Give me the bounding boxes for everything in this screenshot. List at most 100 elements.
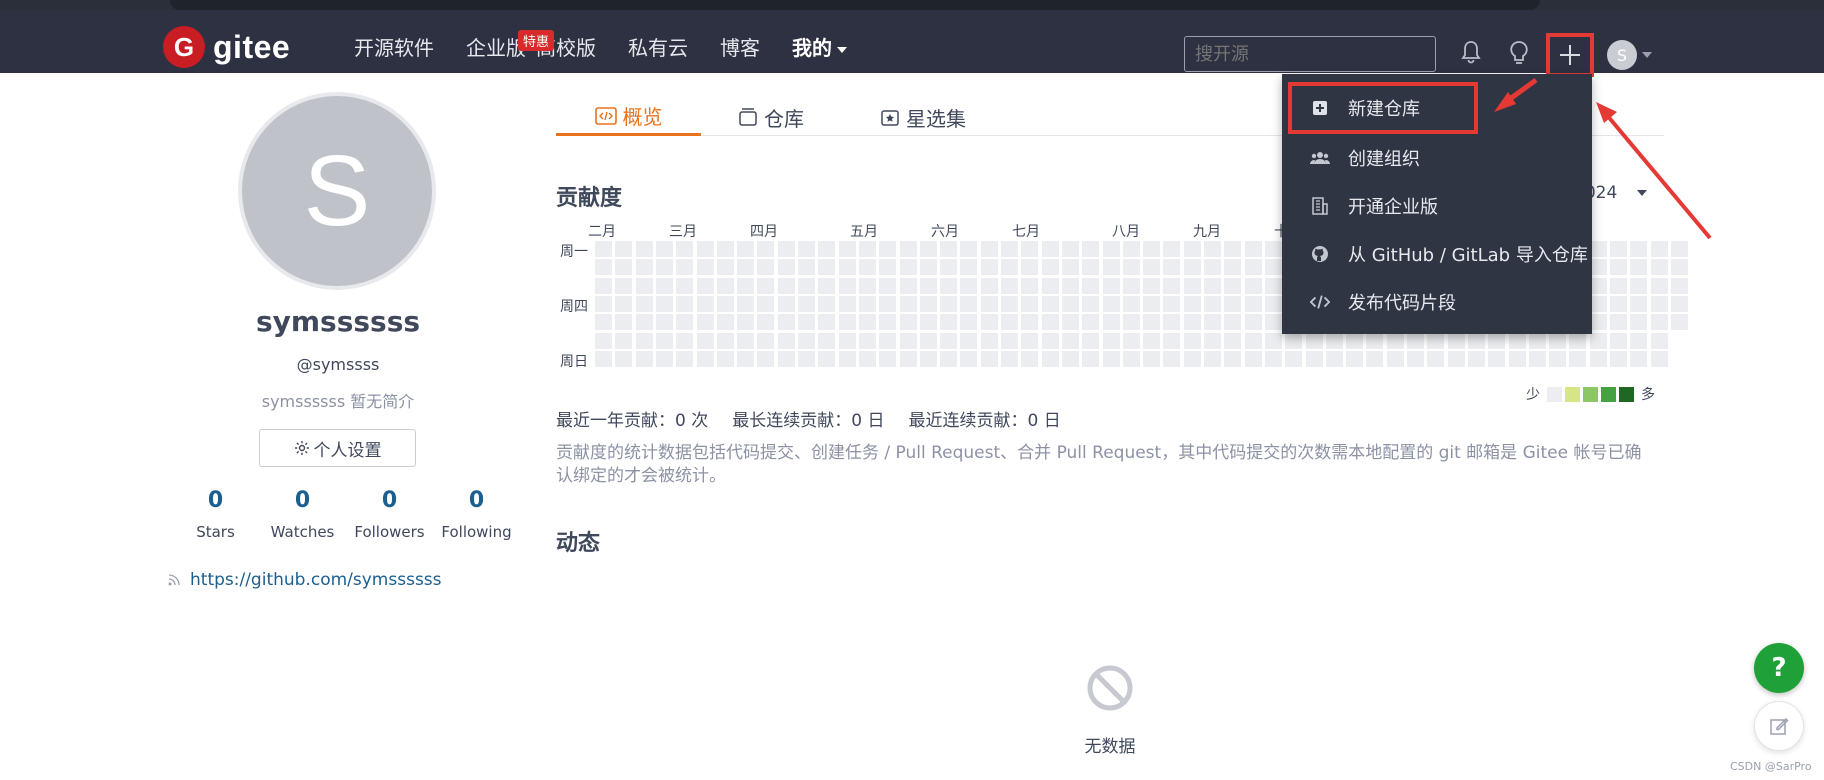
heatmap-cell[interactable]: [1651, 241, 1668, 257]
heatmap-cell[interactable]: [859, 241, 876, 257]
heatmap-cell[interactable]: [1630, 314, 1647, 330]
heatmap-cell[interactable]: [1610, 278, 1627, 294]
heatmap-cell[interactable]: [1630, 333, 1647, 349]
heatmap-cell[interactable]: [1529, 333, 1546, 349]
heatmap-cell[interactable]: [636, 333, 653, 349]
heatmap-cell[interactable]: [1346, 351, 1363, 367]
heatmap-cell[interactable]: [1021, 278, 1038, 294]
heatmap-cell[interactable]: [737, 241, 754, 257]
heatmap-cell[interactable]: [1387, 333, 1404, 349]
heatmap-cell[interactable]: [839, 314, 856, 330]
heatmap-cell[interactable]: [920, 314, 937, 330]
heatmap-cell[interactable]: [1610, 296, 1627, 312]
heatmap-cell[interactable]: [636, 351, 653, 367]
heatmap-cell[interactable]: [1163, 351, 1180, 367]
heatmap-cell[interactable]: [1163, 259, 1180, 275]
heatmap-cell[interactable]: [879, 296, 896, 312]
heatmap-cell[interactable]: [676, 314, 693, 330]
heatmap-cell[interactable]: [1610, 333, 1627, 349]
menu-create-organization[interactable]: 创建组织: [1282, 134, 1592, 182]
tab-overview[interactable]: 概览: [556, 98, 701, 136]
heatmap-cell[interactable]: [1407, 333, 1424, 349]
heatmap-cell[interactable]: [1224, 351, 1241, 367]
heatmap-cell[interactable]: [1021, 241, 1038, 257]
heatmap-cell[interactable]: [737, 351, 754, 367]
heatmap-cell[interactable]: [595, 333, 612, 349]
heatmap-cell[interactable]: [1021, 314, 1038, 330]
heatmap-cell[interactable]: [920, 241, 937, 257]
heatmap-cell[interactable]: [798, 278, 815, 294]
heatmap-cell[interactable]: [595, 296, 612, 312]
heatmap-cell[interactable]: [1265, 241, 1282, 257]
heatmap-cell[interactable]: [1245, 278, 1262, 294]
heatmap-cell[interactable]: [676, 241, 693, 257]
heatmap-cell[interactable]: [879, 278, 896, 294]
heatmap-cell[interactable]: [859, 296, 876, 312]
heatmap-cell[interactable]: [615, 296, 632, 312]
heatmap-cell[interactable]: [778, 351, 795, 367]
heatmap-cell[interactable]: [1001, 314, 1018, 330]
stat-following[interactable]: 0 Following: [433, 488, 520, 541]
heatmap-cell[interactable]: [940, 314, 957, 330]
heatmap-cell[interactable]: [900, 259, 917, 275]
heatmap-cell[interactable]: [1163, 314, 1180, 330]
heatmap-cell[interactable]: [1610, 259, 1627, 275]
heatmap-cell[interactable]: [960, 241, 977, 257]
heatmap-cell[interactable]: [757, 351, 774, 367]
heatmap-cell[interactable]: [981, 333, 998, 349]
heatmap-cell[interactable]: [1062, 259, 1079, 275]
heatmap-cell[interactable]: [615, 259, 632, 275]
heatmap-cell[interactable]: [656, 351, 673, 367]
heatmap-cell[interactable]: [839, 259, 856, 275]
heatmap-cell[interactable]: [656, 314, 673, 330]
heatmap-cell[interactable]: [1123, 314, 1140, 330]
heatmap-cell[interactable]: [1245, 259, 1262, 275]
heatmap-cell[interactable]: [737, 333, 754, 349]
heatmap-cell[interactable]: [656, 333, 673, 349]
heatmap-cell[interactable]: [920, 296, 937, 312]
heatmap-cell[interactable]: [1001, 241, 1018, 257]
heatmap-cell[interactable]: [1468, 351, 1485, 367]
heatmap-cell[interactable]: [595, 241, 612, 257]
heatmap-cell[interactable]: [1204, 241, 1221, 257]
heatmap-cell[interactable]: [1103, 314, 1120, 330]
heatmap-cell[interactable]: [960, 333, 977, 349]
heatmap-cell[interactable]: [1204, 278, 1221, 294]
heatmap-cell[interactable]: [615, 314, 632, 330]
heatmap-cell[interactable]: [1245, 314, 1262, 330]
heatmap-cell[interactable]: [859, 259, 876, 275]
heatmap-cell[interactable]: [900, 351, 917, 367]
heatmap-cell[interactable]: [798, 296, 815, 312]
heatmap-cell[interactable]: [1001, 259, 1018, 275]
heatmap-cell[interactable]: [1123, 241, 1140, 257]
heatmap-cell[interactable]: [960, 296, 977, 312]
heatmap-cell[interactable]: [1042, 314, 1059, 330]
heatmap-cell[interactable]: [1123, 278, 1140, 294]
heatmap-cell[interactable]: [879, 351, 896, 367]
heatmap-cell[interactable]: [1143, 241, 1160, 257]
heatmap-cell[interactable]: [1082, 351, 1099, 367]
heatmap-cell[interactable]: [1042, 259, 1059, 275]
heatmap-cell[interactable]: [1549, 351, 1566, 367]
heatmap-cell[interactable]: [676, 351, 693, 367]
heatmap-cell[interactable]: [818, 278, 835, 294]
heatmap-cell[interactable]: [1103, 333, 1120, 349]
heatmap-cell[interactable]: [1163, 333, 1180, 349]
heatmap-cell[interactable]: [1651, 314, 1668, 330]
heatmap-cell[interactable]: [859, 314, 876, 330]
heatmap-cell[interactable]: [1245, 241, 1262, 257]
heatmap-cell[interactable]: [595, 259, 612, 275]
heatmap-cell[interactable]: [697, 351, 714, 367]
heatmap-cell[interactable]: [839, 296, 856, 312]
heatmap-cell[interactable]: [717, 278, 734, 294]
heatmap-cell[interactable]: [1630, 259, 1647, 275]
nav-enterprise[interactable]: 企业版: [466, 32, 526, 61]
chevron-down-icon[interactable]: [1642, 52, 1652, 58]
heatmap-cell[interactable]: [1062, 333, 1079, 349]
heatmap-cell[interactable]: [798, 314, 815, 330]
heatmap-cell[interactable]: [1021, 333, 1038, 349]
heatmap-cell[interactable]: [656, 296, 673, 312]
heatmap-cell[interactable]: [717, 351, 734, 367]
heatmap-cell[interactable]: [879, 314, 896, 330]
heatmap-cell[interactable]: [778, 278, 795, 294]
